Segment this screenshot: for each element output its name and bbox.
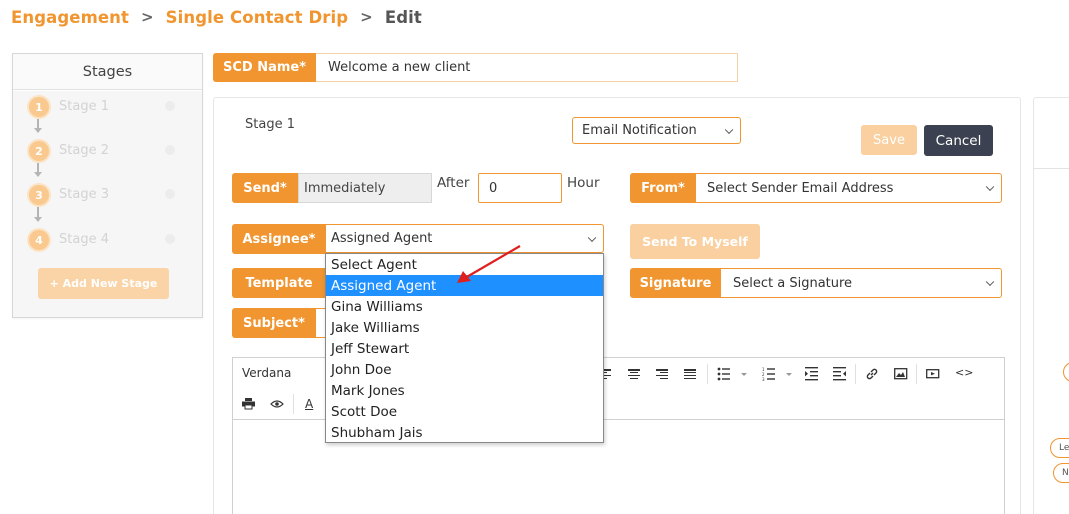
toolbar-separator [293, 394, 294, 414]
print-icon[interactable] [242, 398, 255, 410]
stages-title: Stages [13, 54, 202, 90]
align-center-icon[interactable] [628, 369, 640, 380]
code-view-icon[interactable]: <> [955, 366, 973, 379]
stage-arrow-icon [34, 163, 42, 177]
stage-number-4[interactable]: 4 [29, 230, 49, 250]
subject-label: Subject* [232, 308, 316, 338]
scd-name-label: SCD Name* [213, 53, 316, 82]
dropdown-option[interactable]: Mark Jones [326, 380, 603, 401]
hour-label: Hour [567, 175, 600, 191]
chevron-down-icon [985, 182, 995, 192]
stage-item-3[interactable]: Stage 3 [59, 187, 109, 202]
dropdown-option[interactable]: Scott Doe [326, 401, 603, 422]
breadcrumb-current: Edit [384, 7, 422, 27]
bullet-list-icon[interactable] [717, 367, 747, 381]
send-label: Send* [232, 173, 298, 203]
from-label: From* [630, 173, 696, 203]
numbered-list-icon[interactable]: 1 2 3 [762, 367, 794, 381]
dropdown-option[interactable]: Jeff Stewart [326, 338, 603, 359]
stage-item-4[interactable]: Stage 4 [59, 232, 109, 247]
signature-select[interactable]: Select a Signature [720, 268, 1002, 298]
save-button[interactable]: Save [861, 125, 917, 155]
stage-number-3[interactable]: 3 [29, 185, 49, 205]
from-email-value: Select Sender Email Address [707, 180, 894, 196]
breadcrumb-engagement[interactable]: Engagement [11, 8, 129, 27]
right-panel-chip-le[interactable]: Le [1050, 438, 1069, 458]
image-icon[interactable] [894, 367, 908, 381]
dropdown-option[interactable]: Shubham Jais [326, 422, 603, 443]
stages-panel: Stages 1 Stage 1 2 Stage 2 3 Stage 3 4 S… [12, 53, 203, 318]
right-panel-chip-n[interactable]: N [1053, 463, 1069, 483]
cancel-button[interactable]: Cancel [924, 125, 993, 156]
chevron-down-icon [724, 125, 734, 134]
toolbar-separator [855, 364, 856, 384]
template-label: Template [232, 268, 326, 298]
scd-name-input[interactable]: Welcome a new client [316, 53, 738, 82]
stage-arrow-icon [34, 207, 42, 222]
stage-arrow-icon [34, 119, 42, 133]
link-icon[interactable] [865, 367, 879, 381]
stage-number-2[interactable]: 2 [29, 141, 49, 161]
toolbar-separator [707, 364, 708, 384]
breadcrumb-separator: > [140, 8, 154, 26]
notification-type-value: Email Notification [582, 123, 697, 138]
signature-value: Select a Signature [733, 275, 853, 291]
send-timing-field[interactable]: Immediately [298, 173, 432, 203]
font-family-select[interactable]: Verdana [242, 366, 291, 380]
from-email-select[interactable]: Select Sender Email Address [695, 173, 1002, 203]
breadcrumb-separator: > [360, 8, 373, 26]
stages-list: 1 Stage 1 2 Stage 2 3 Stage 3 4 Stage 4 … [13, 91, 202, 317]
chevron-down-icon [985, 277, 995, 287]
after-hours-input[interactable]: 0 [478, 173, 562, 203]
align-right-icon[interactable] [656, 369, 668, 380]
stage-menu-icon[interactable] [165, 145, 175, 155]
breadcrumb-single-contact-drip[interactable]: Single Contact Drip [166, 8, 349, 27]
stage-item-1[interactable]: Stage 1 [59, 99, 109, 114]
right-panel-divider [1033, 168, 1069, 169]
assignee-value: Assigned Agent [331, 231, 433, 246]
stage-item-2[interactable]: Stage 2 [59, 143, 109, 158]
stage-menu-icon[interactable] [165, 189, 175, 199]
after-label: After [437, 175, 470, 191]
notification-type-select[interactable]: Email Notification [572, 117, 741, 144]
stage-menu-icon[interactable] [165, 234, 175, 244]
svg-text:3: 3 [762, 377, 765, 381]
send-to-myself-button[interactable]: Send To Myself [630, 224, 760, 259]
stage-title: Stage 1 [245, 117, 295, 132]
video-icon[interactable] [926, 367, 940, 381]
chevron-down-icon [587, 233, 597, 242]
font-color-icon[interactable]: A [305, 397, 313, 411]
stage-number-1[interactable]: 1 [29, 97, 49, 117]
breadcrumb: Engagement > Single Contact Drip > Edit [11, 6, 422, 28]
add-new-stage-button[interactable]: + Add New Stage [38, 268, 169, 299]
indent-icon[interactable] [833, 367, 847, 381]
annotation-arrow-icon [457, 245, 521, 283]
dropdown-option[interactable]: Jake Williams [326, 317, 603, 338]
outdent-icon[interactable] [805, 367, 819, 381]
align-justify-icon[interactable] [684, 369, 696, 380]
dropdown-option[interactable]: John Doe [326, 359, 603, 380]
assignee-label: Assignee* [232, 224, 326, 254]
preview-icon[interactable] [270, 399, 284, 409]
signature-label: Signature [630, 268, 721, 298]
dropdown-option[interactable]: Gina Williams [326, 296, 603, 317]
stage-menu-icon[interactable] [165, 101, 175, 111]
toolbar-separator [916, 364, 917, 384]
